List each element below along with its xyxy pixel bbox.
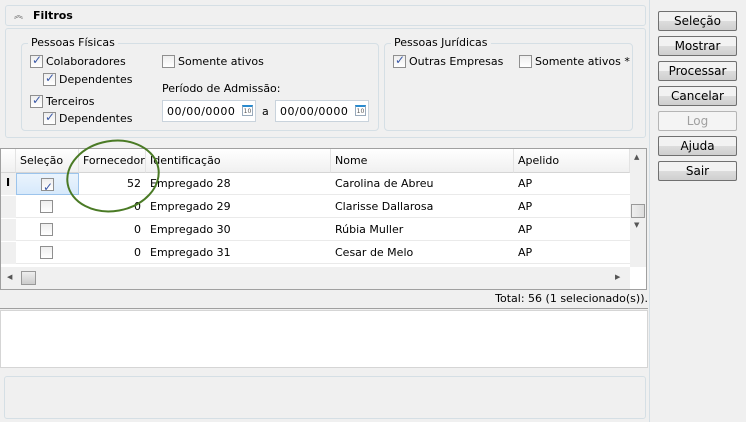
collapse-icon[interactable]: ︽ (14, 8, 23, 21)
apelido-cell: AP (518, 223, 533, 236)
periodo-label: Período de Admissão: (162, 82, 281, 95)
pessoas-juridicas-group: Pessoas Jurídicas Outras Empresas Soment… (384, 36, 633, 131)
somente-ativos-checkbox[interactable] (162, 55, 175, 68)
hscroll-thumb[interactable] (21, 271, 36, 285)
date-value: 00/00/0000 (167, 105, 236, 118)
row-select-checkbox[interactable] (40, 246, 53, 259)
somente-ativos-label: Somente ativos (178, 55, 264, 68)
date-from-input[interactable]: 00/00/0000 10 (162, 100, 256, 122)
col-selecao[interactable]: Seleção (16, 149, 79, 173)
fornecedor-cell: 0 (134, 200, 141, 213)
selecao-cell[interactable] (16, 242, 79, 264)
fornecedor-cell: 0 (134, 223, 141, 236)
vertical-scrollbar[interactable]: ▲ ▼ (630, 149, 646, 267)
dependentes-label: Dependentes (59, 112, 133, 125)
date-value: 00/00/0000 (280, 105, 349, 118)
table-row[interactable]: 0 Empregado 31 Cesar de Melo AP (1, 242, 630, 264)
terceiros-label: Terceiros (46, 95, 95, 108)
table-row[interactable]: 0 Empregado 29 Clarisse Dallarosa AP (1, 196, 630, 218)
dependentes-checkbox-2[interactable] (43, 110, 56, 125)
fornecedor-cell: 52 (127, 177, 141, 190)
cancelar-button[interactable]: Cancelar (658, 86, 737, 106)
nome-cell: Clarisse Dallarosa (335, 200, 434, 213)
outras-empresas-label: Outras Empresas (409, 55, 504, 68)
outras-empresas-checkbox[interactable] (393, 53, 406, 68)
apelido-cell: AP (518, 246, 533, 259)
filters-header[interactable]: ︽ Filtros (5, 5, 646, 26)
processar-button[interactable]: Processar (658, 61, 737, 81)
status-bar: Total: 56 (1 selecionado(s)). (0, 290, 648, 309)
scroll-up-icon[interactable]: ▲ (634, 153, 639, 161)
selecao-cell[interactable] (16, 173, 79, 198)
row-select-checkbox[interactable] (40, 223, 53, 236)
row-select-checkbox[interactable] (40, 200, 53, 213)
selecao-button[interactable]: Seleção (658, 11, 737, 31)
col-apelido[interactable]: Apelido (514, 149, 630, 173)
date-separator: a (262, 105, 269, 118)
horizontal-scrollbar[interactable]: ◀ ▶ (1, 267, 630, 289)
scroll-right-icon[interactable]: ▶ (615, 273, 620, 281)
fornecedor-cell: 0 (134, 246, 141, 259)
dependentes-label: Dependentes (59, 73, 133, 86)
bottom-panel (4, 376, 646, 419)
row-indicator (1, 219, 16, 241)
selecao-cell[interactable] (16, 219, 79, 241)
scroll-thumb[interactable] (631, 204, 645, 218)
row-indicator: I (1, 173, 16, 195)
somente-ativos-pj-label: Somente ativos * (535, 55, 630, 68)
cursor-icon: I (6, 176, 11, 189)
sair-button[interactable]: Sair (658, 161, 737, 181)
filters-title: Filtros (33, 9, 73, 22)
col-nome[interactable]: Nome (331, 149, 514, 173)
total-label: Total: 56 (1 selecionado(s)). (495, 292, 648, 305)
scroll-left-icon[interactable]: ◀ (7, 273, 12, 281)
row-select-checkbox[interactable] (41, 176, 54, 198)
log-button[interactable]: Log (658, 111, 737, 131)
ajuda-button[interactable]: Ajuda (658, 136, 737, 156)
identificacao-cell: Empregado 29 (150, 200, 231, 213)
col-identificacao[interactable]: Identificação (146, 149, 331, 173)
table-row[interactable]: 0 Empregado 30 Rúbia Muller AP (1, 219, 630, 241)
dependentes-checkbox-1[interactable] (43, 71, 56, 86)
identificacao-cell: Empregado 31 (150, 246, 231, 259)
pessoas-fisicas-group: Pessoas Físicas Colaboradores Dependente… (21, 36, 379, 131)
group-title: Pessoas Jurídicas (391, 36, 491, 49)
nome-cell: Carolina de Abreu (335, 177, 434, 190)
identificacao-cell: Empregado 30 (150, 223, 231, 236)
row-indicator (1, 196, 16, 218)
row-indicator-header (1, 149, 16, 173)
calendar-icon[interactable]: 10 (355, 105, 366, 116)
table-row[interactable]: I 52 Empregado 28 Carolina de Abreu AP (1, 173, 630, 198)
filters-body: Pessoas Físicas Colaboradores Dependente… (5, 28, 646, 138)
nome-cell: Rúbia Muller (335, 223, 404, 236)
nome-cell: Cesar de Melo (335, 246, 414, 259)
colaboradores-label: Colaboradores (46, 55, 126, 68)
col-fornecedor[interactable]: Fornecedor (79, 149, 146, 173)
date-to-input[interactable]: 00/00/0000 10 (275, 100, 369, 122)
colaboradores-checkbox[interactable] (30, 53, 43, 68)
detail-area (0, 310, 648, 368)
selecao-cell[interactable] (16, 196, 79, 218)
apelido-cell: AP (518, 200, 533, 213)
terceiros-checkbox[interactable] (30, 93, 43, 108)
data-grid: Seleção Fornecedor Identificação Nome Ap… (0, 148, 647, 290)
apelido-cell: AP (518, 177, 533, 190)
row-indicator (1, 242, 16, 264)
calendar-icon[interactable]: 10 (242, 105, 253, 116)
mostrar-button[interactable]: Mostrar (658, 36, 737, 56)
group-title: Pessoas Físicas (28, 36, 118, 49)
somente-ativos-pj-checkbox[interactable] (519, 55, 532, 68)
identificacao-cell: Empregado 28 (150, 177, 231, 190)
scroll-down-icon[interactable]: ▼ (634, 221, 639, 229)
